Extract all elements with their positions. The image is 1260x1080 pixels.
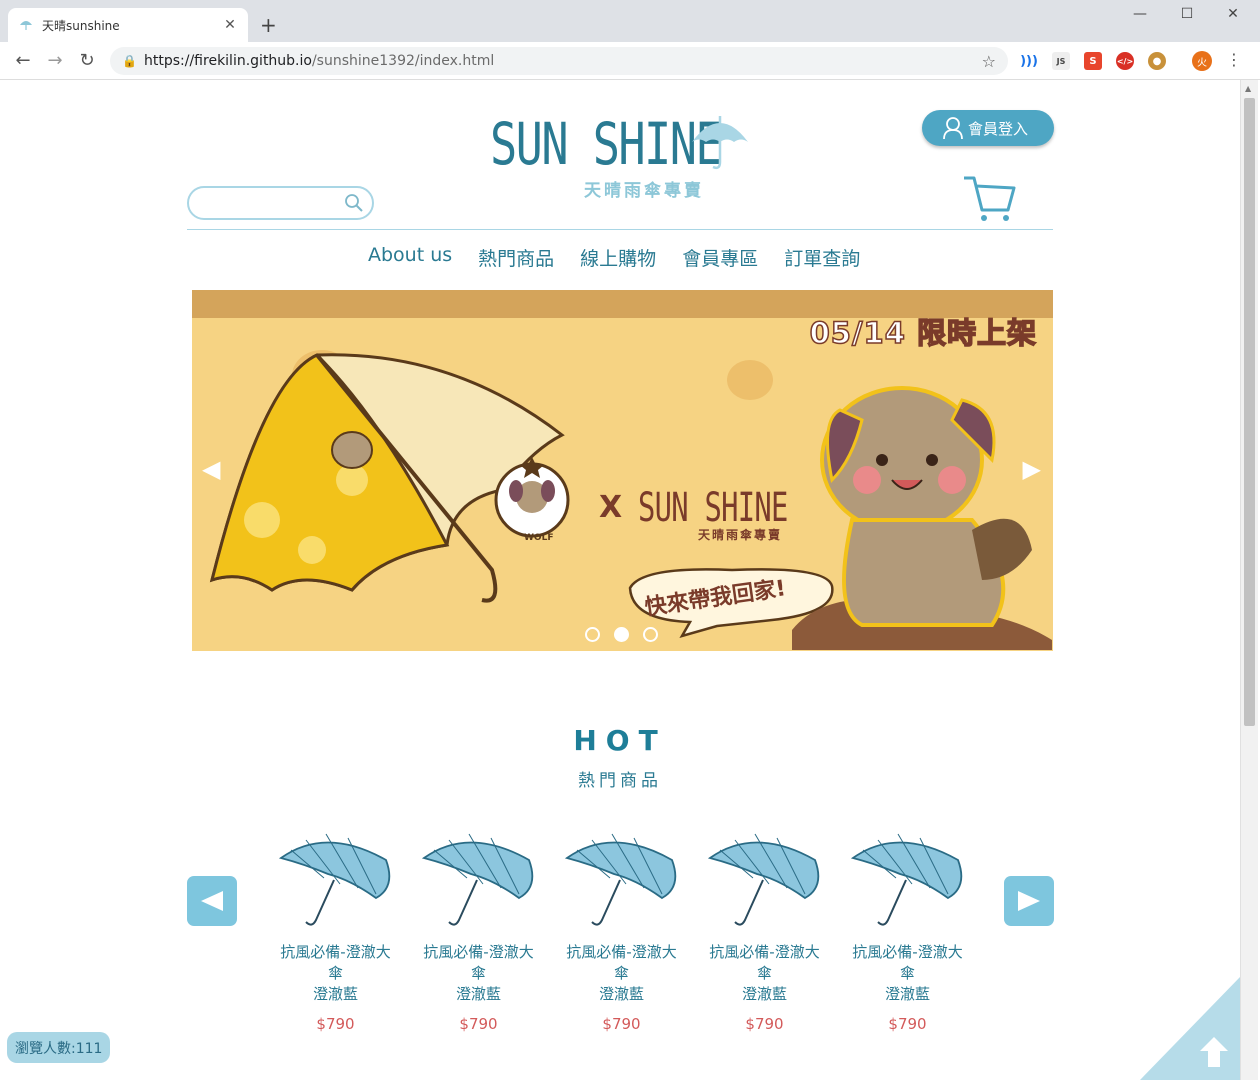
blue-umbrella-icon: [421, 833, 533, 926]
collab-logo: SUN SHINE: [638, 485, 788, 531]
tab-title: 天晴sunshine: [42, 18, 120, 33]
logo-umbrella-icon: [692, 116, 748, 170]
page-scrollbar[interactable]: ▲: [1240, 80, 1258, 1080]
browser-toolbar: ← → ↻ 🔒 https://firekilin.github.io/suns…: [0, 42, 1260, 80]
shopping-cart-icon[interactable]: [962, 174, 1018, 226]
slide-dot-1[interactable]: [585, 627, 600, 642]
product-list: 抗風必備-澄澈大傘 澄澈藍 $790 抗風必備-澄澈大傘 澄澈藍 $790 抗風…: [264, 832, 979, 1033]
search-box: [187, 186, 374, 220]
member-login-button[interactable]: 會員登入: [922, 110, 1054, 146]
lock-icon: 🔒: [122, 54, 137, 68]
umbrella-favicon-icon: [18, 17, 34, 33]
banner-pagination: [585, 627, 658, 642]
nav-online-shop[interactable]: 線上購物: [580, 244, 656, 271]
extension-js-icon[interactable]: JS: [1052, 52, 1070, 70]
url-host: https://firekilin.github.io: [144, 53, 312, 69]
bookmark-star-icon[interactable]: ☆: [982, 52, 996, 71]
product-price: $790: [316, 1015, 355, 1033]
new-tab-button[interactable]: +: [260, 13, 277, 37]
product-image[interactable]: [264, 832, 407, 930]
address-bar[interactable]: 🔒 https://firekilin.github.io/sunshine13…: [110, 47, 1008, 75]
logo-subtitle: 天晴雨傘專賣: [584, 181, 704, 201]
visitor-counter: 瀏覽人數:111: [7, 1032, 111, 1063]
product-price: $790: [745, 1015, 784, 1033]
collab-logo-sub: 天晴雨傘專賣: [698, 528, 783, 542]
logo-text: SUN SHINE: [490, 110, 723, 178]
forward-button[interactable]: →: [44, 51, 66, 71]
product-image[interactable]: [693, 832, 836, 930]
product-image[interactable]: [836, 832, 979, 930]
product-card[interactable]: 抗風必備-澄澈大傘 澄澈藍 $790: [836, 832, 979, 1033]
product-price: $790: [459, 1015, 498, 1033]
blue-umbrella-icon: [850, 833, 962, 926]
products-prev-button[interactable]: [187, 876, 237, 926]
back-button[interactable]: ←: [12, 51, 34, 71]
search-icon[interactable]: [344, 193, 364, 213]
product-image[interactable]: [550, 832, 693, 930]
extension-wave-icon[interactable]: ))): [1020, 52, 1038, 70]
product-name[interactable]: 抗風必備-澄澈大傘 澄澈藍: [418, 942, 540, 1005]
maximize-button[interactable]: ☐: [1164, 6, 1210, 22]
nav-hot-products[interactable]: 熱門商品: [478, 244, 554, 271]
scroll-thumb[interactable]: [1244, 98, 1255, 726]
url-path: /sunshine1392/index.html: [311, 53, 495, 69]
login-label: 會員登入: [968, 119, 1029, 138]
product-name[interactable]: 抗風必備-澄澈大傘 澄澈藍: [704, 942, 826, 1005]
product-card[interactable]: 抗風必備-澄澈大傘 澄澈藍 $790: [407, 832, 550, 1033]
product-price: $790: [602, 1015, 641, 1033]
blue-umbrella-icon: [707, 833, 819, 926]
hot-section-title: HOT: [573, 724, 667, 757]
product-name[interactable]: 抗風必備-澄澈大傘 澄澈藍: [561, 942, 683, 1005]
slide-dot-3[interactable]: [643, 627, 658, 642]
banner-prev-arrow-icon[interactable]: ◀: [202, 455, 220, 483]
scroll-up-icon[interactable]: ▲: [1245, 84, 1251, 93]
nav-member-area[interactable]: 會員專區: [682, 244, 758, 271]
hot-section-subtitle: 熱門商品: [578, 771, 662, 791]
site-logo[interactable]: SUN SHINE 天晴雨傘專賣: [490, 110, 755, 205]
browser-tab[interactable]: 天晴sunshine ✕: [8, 8, 248, 42]
extension-cookie-icon[interactable]: ●: [1148, 52, 1166, 70]
triangle-left-icon: [201, 891, 223, 911]
products-next-button[interactable]: [1004, 876, 1054, 926]
tab-close-icon[interactable]: ✕: [222, 17, 238, 33]
wolf-badge-label: WOLF: [524, 533, 554, 543]
product-name[interactable]: 抗風必備-澄澈大傘 澄澈藍: [847, 942, 969, 1005]
product-card[interactable]: 抗風必備-澄澈大傘 澄澈藍 $790: [550, 832, 693, 1033]
minimize-button[interactable]: —: [1117, 6, 1163, 22]
close-window-button[interactable]: ✕: [1210, 6, 1256, 22]
product-image[interactable]: [407, 832, 550, 930]
back-to-top-button[interactable]: [1140, 977, 1240, 1080]
slide-dot-2[interactable]: [614, 627, 629, 642]
profile-avatar[interactable]: 火: [1192, 51, 1212, 71]
blue-umbrella-icon: [564, 833, 676, 926]
paw-decoration: [727, 360, 773, 400]
user-icon: [943, 117, 963, 140]
product-card[interactable]: 抗風必備-澄澈大傘 澄澈藍 $790: [264, 832, 407, 1033]
banner-carousel[interactable]: WOLF X SUN SHINE 天晴雨傘專賣 快來帶我回家! 05/14 限時…: [192, 290, 1053, 651]
header-divider: [187, 229, 1053, 230]
page-viewport: SUN SHINE 天晴雨傘專賣 會員登入 About us 熱門商品 線上購物…: [0, 80, 1240, 1080]
search-input[interactable]: [199, 192, 339, 214]
product-name[interactable]: 抗風必備-澄澈大傘 澄澈藍: [275, 942, 397, 1005]
dog-illustration: [792, 386, 1052, 650]
banner-next-arrow-icon[interactable]: ▶: [1023, 455, 1041, 483]
extension-s-icon[interactable]: S: [1084, 52, 1102, 70]
browser-tabbar: 天晴sunshine ✕ + — ☐ ✕: [0, 0, 1260, 42]
main-nav: About us 熱門商品 線上購物 會員專區 訂單查詢: [368, 244, 860, 271]
collab-x: X: [599, 490, 623, 525]
triangle-right-icon: [1018, 891, 1040, 911]
product-price: $790: [888, 1015, 927, 1033]
banner-date-text: 05/14 限時上架: [809, 315, 1037, 351]
extension-code-icon[interactable]: </>: [1116, 52, 1134, 70]
browser-menu-icon[interactable]: ⋮: [1226, 50, 1242, 69]
nav-order-lookup[interactable]: 訂單查詢: [784, 244, 860, 271]
nav-about-us[interactable]: About us: [368, 244, 452, 271]
reload-button[interactable]: ↻: [76, 51, 98, 71]
product-card[interactable]: 抗風必備-澄澈大傘 澄澈藍 $790: [693, 832, 836, 1033]
blue-umbrella-icon: [278, 833, 390, 926]
